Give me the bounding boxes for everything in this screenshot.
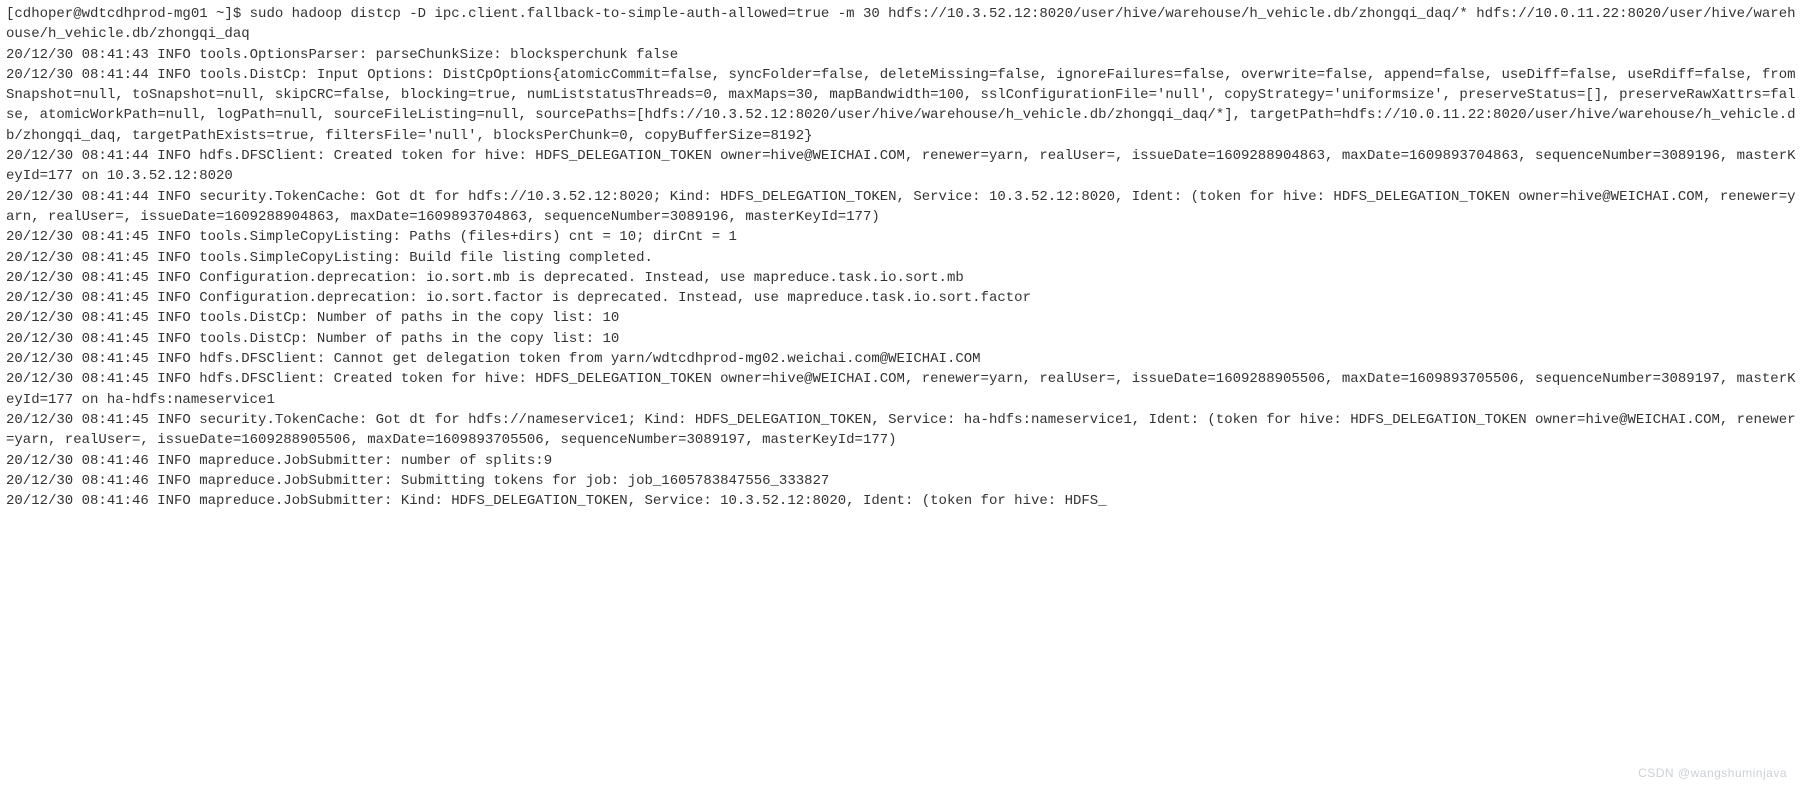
watermark-text: CSDN @wangshuminjava bbox=[1638, 765, 1787, 782]
terminal-output: [cdhoper@wdtcdhprod-mg01 ~]$ sudo hadoop… bbox=[0, 0, 1809, 515]
